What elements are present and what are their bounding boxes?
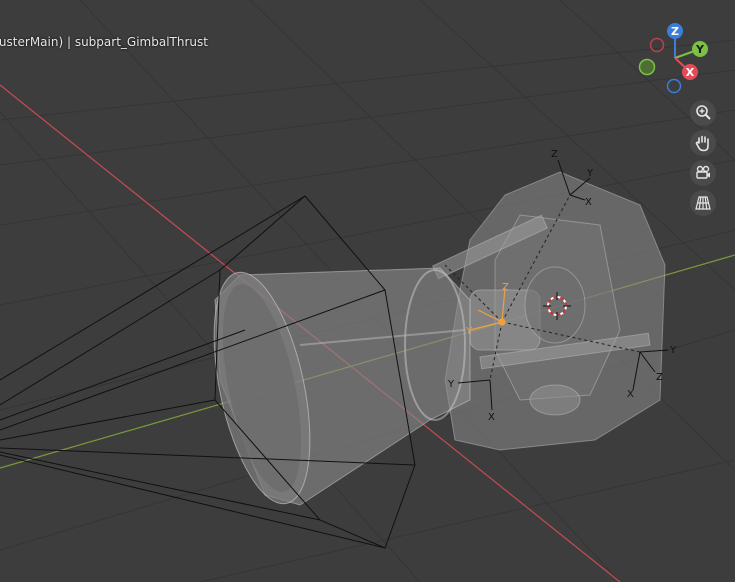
perspective-grid-icon <box>695 196 711 210</box>
gizmo-neg-x[interactable] <box>649 37 665 53</box>
zoom-icon <box>696 105 711 120</box>
perspective-toggle-button[interactable] <box>690 190 716 216</box>
empty-right-y: Y <box>669 345 677 356</box>
gizmo-x-label: X <box>686 66 695 79</box>
empty-top-z: Z <box>551 149 558 160</box>
empty-bottom-x: X <box>488 412 495 423</box>
gizmo-neg-z[interactable] <box>666 78 682 94</box>
empty-right-x: X <box>627 389 634 400</box>
empty-right-z: Z <box>656 372 663 383</box>
empty-pivot-y: Y <box>465 326 473 337</box>
empty-top-y: Y <box>586 168 594 179</box>
gizmo-neg-y[interactable] <box>638 58 656 76</box>
nozzle-bell[interactable] <box>196 264 471 512</box>
scene-canvas: Z Y X Y Z X Y X Z Y <box>0 0 735 582</box>
empty-bottom-y: Y <box>447 379 455 390</box>
empty-top-x: X <box>585 197 592 208</box>
hand-pan-icon <box>695 135 709 152</box>
empty-pivot-z: Z <box>502 282 509 293</box>
camera-view-icon <box>696 165 710 179</box>
gizmo-z-label: Z <box>671 25 679 38</box>
navigation-gizmo[interactable]: Z Y X <box>635 22 715 97</box>
pan-button[interactable] <box>690 130 716 156</box>
3d-viewport[interactable]: Z Y X Y Z X Y X Z Y rusterMain) | subpar… <box>0 0 735 582</box>
gizmo-y-label: Y <box>695 43 705 56</box>
viewport-header-text: rusterMain) | subpart_GimbalThrust <box>0 35 208 49</box>
camera-view-button[interactable] <box>690 160 716 186</box>
zoom-button[interactable] <box>690 100 716 126</box>
